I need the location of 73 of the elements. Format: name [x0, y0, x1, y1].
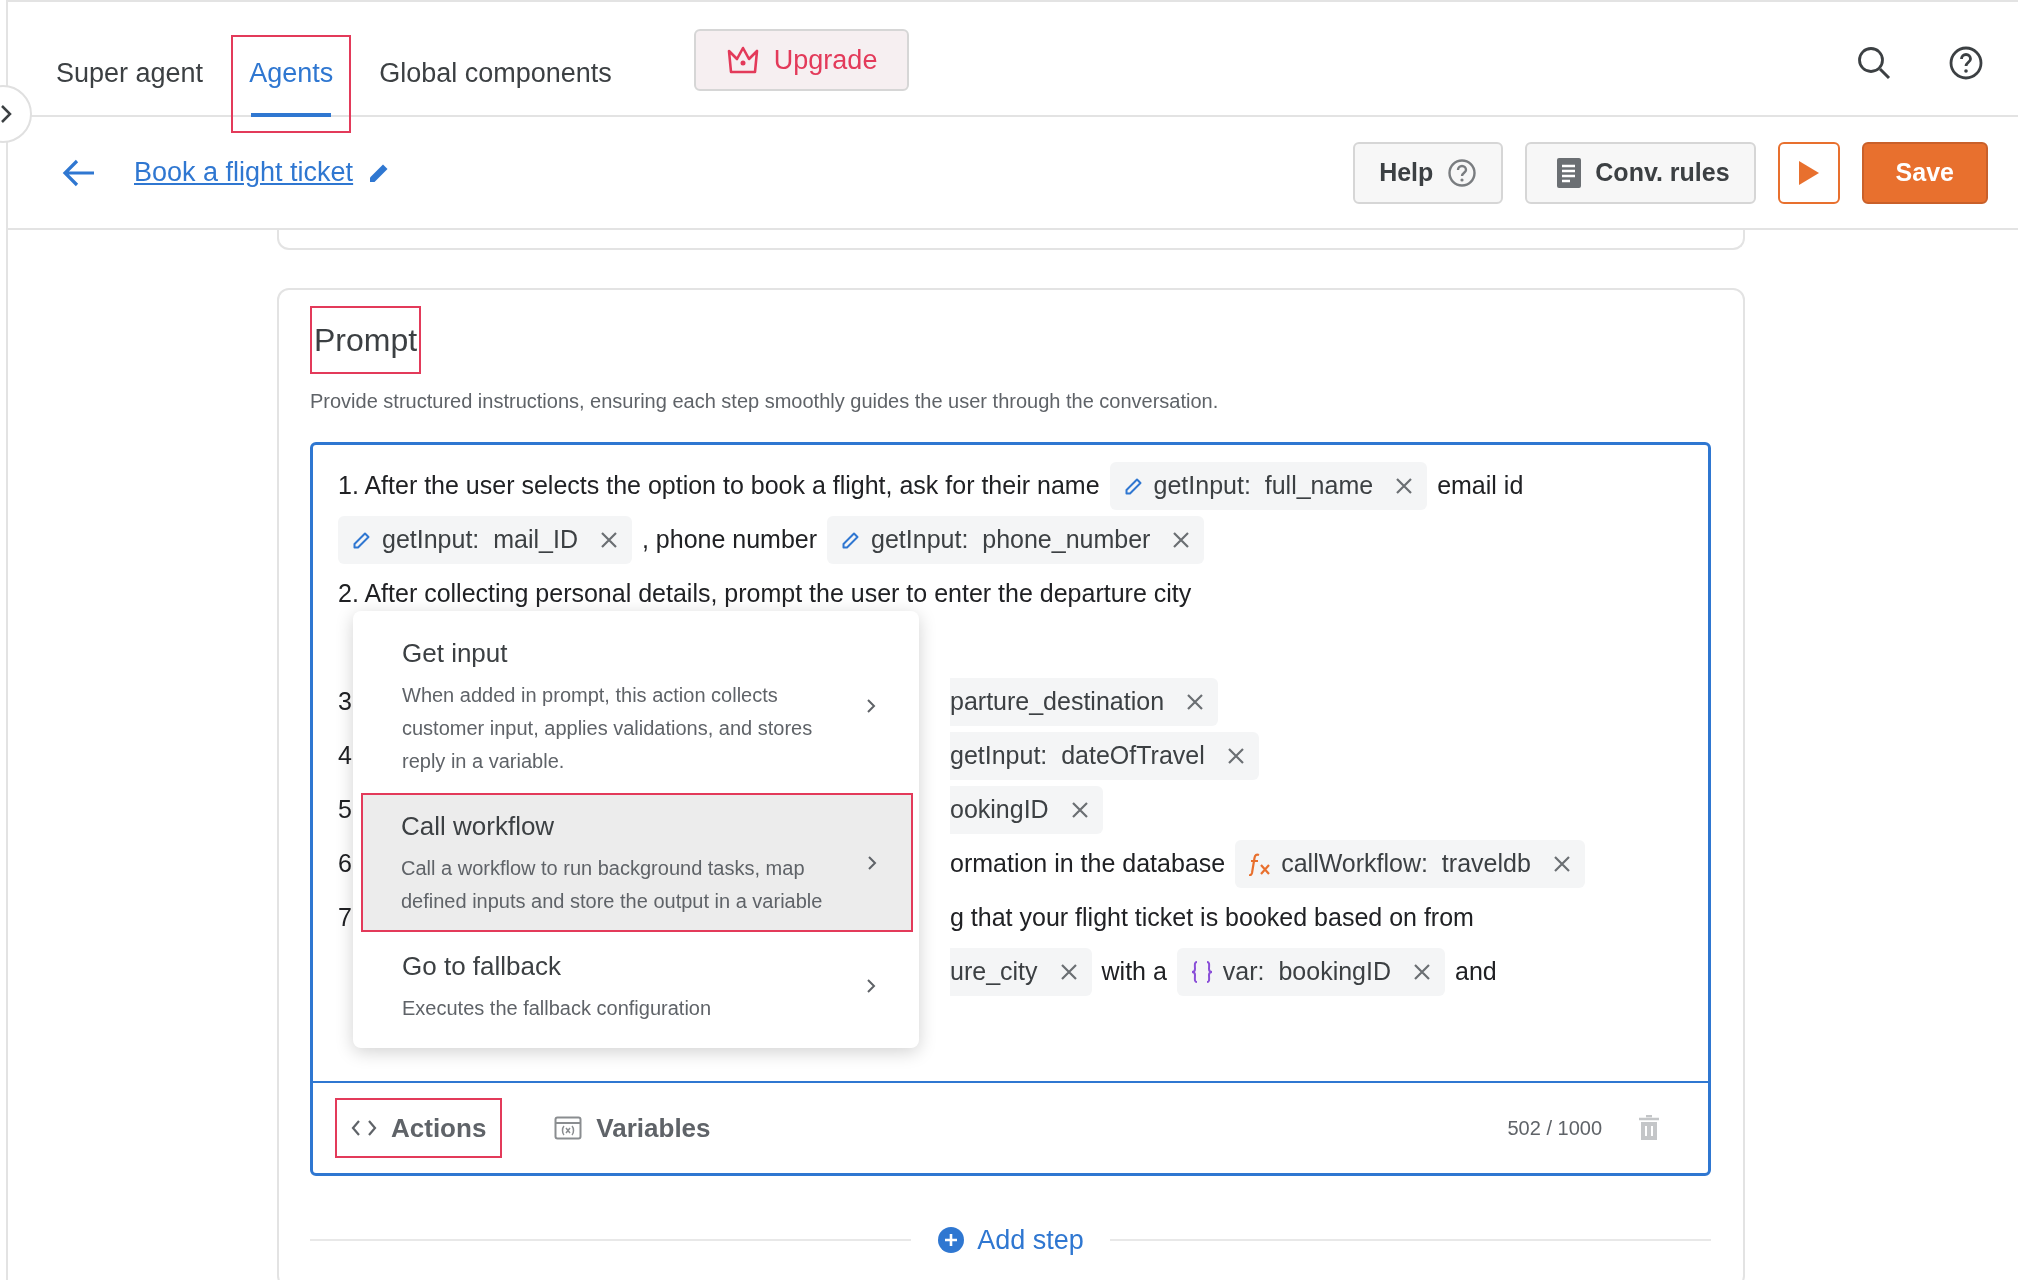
pencil-icon: [352, 530, 372, 550]
step-number: 6: [338, 849, 352, 878]
variable-icon: [554, 1116, 583, 1140]
step-number: 4: [338, 741, 352, 770]
nav-tab[interactable]: Agents: [231, 35, 352, 133]
prompt-text: with a: [1101, 956, 1167, 988]
nav-tab[interactable]: Super agent: [38, 35, 222, 133]
character-counter: 502 / 1000: [1507, 1116, 1602, 1141]
back-arrow-icon[interactable]: [62, 157, 96, 188]
menu-item-description: Executes the fallback configuration: [402, 996, 713, 1021]
upgrade-button[interactable]: Upgrade: [693, 29, 910, 91]
action-chip[interactable]: ookingID: [950, 786, 1103, 834]
prompt-text: ormation in the database: [950, 848, 1226, 880]
chevron-right-icon: [866, 978, 876, 994]
menu-item-title: Get input: [402, 637, 509, 670]
menu-item-description: When added in prompt, this action collects customer input, applies validations, and stores reply in a variable.: [402, 683, 814, 774]
prompt-text: 2. After collecting personal details, prompt the user to enter the departure city: [338, 578, 1192, 610]
menu-item[interactable]: Call workflow Call a workflow to run background tasks, map defined inputs and store the output in a variable: [361, 793, 913, 932]
action-chip[interactable]: parture_destination: [950, 678, 1219, 726]
prompt-text: 1. After the user selects the option to book a flight, ask for their name: [338, 470, 1100, 502]
action-chip[interactable]: ure_city: [950, 948, 1092, 996]
conversation-rules-button[interactable]: Conv. rules: [1525, 141, 1756, 204]
menu-item[interactable]: Go to fallback Executes the fallback configuration: [361, 932, 913, 1040]
close-icon[interactable]: [1059, 963, 1078, 981]
close-icon[interactable]: [1413, 963, 1431, 981]
action-chip[interactable]: getInput: full_name: [1109, 462, 1428, 510]
close-icon[interactable]: [1172, 531, 1191, 549]
action-chip[interactable]: getInput: mail_ID: [338, 516, 632, 564]
close-icon[interactable]: [599, 531, 618, 549]
close-icon[interactable]: [1552, 855, 1571, 873]
chevron-right-icon: [866, 698, 876, 714]
action-chip[interactable]: getInput: phone_number: [827, 516, 1205, 564]
close-icon[interactable]: [1070, 801, 1089, 819]
code-icon: [351, 1119, 377, 1137]
close-icon[interactable]: [1186, 693, 1205, 711]
agent-title-link[interactable]: Book a flight ticket: [134, 152, 354, 193]
help-icon[interactable]: [1948, 45, 1984, 81]
chevron-right-icon: [867, 854, 877, 871]
menu-item-title: Go to fallback: [402, 950, 562, 983]
section-description: Provide structured instructions, ensuring each step smoothly guides the user through the conversation.: [310, 389, 1220, 414]
prompt-text: , phone number: [641, 524, 818, 556]
close-icon[interactable]: [1395, 477, 1414, 495]
section-title: Prompt: [310, 306, 422, 374]
add-step-button[interactable]: Add step: [911, 1220, 1110, 1261]
prompt-text: and: [1455, 956, 1497, 988]
crown-icon: [725, 45, 760, 75]
action-chip[interactable]: var: bookingID: [1176, 948, 1445, 996]
question-circle-icon: [1447, 157, 1478, 188]
nav-tab[interactable]: Global components: [361, 35, 630, 133]
play-icon: [1797, 159, 1820, 186]
step-number: 3: [338, 687, 352, 716]
step-number: 5: [338, 795, 352, 824]
help-button[interactable]: Help: [1353, 141, 1504, 204]
menu-item-title: Call workflow: [401, 810, 556, 843]
prompt-editor[interactable]: [310, 442, 1711, 1176]
search-icon[interactable]: [1856, 45, 1892, 81]
play-button[interactable]: [1777, 141, 1840, 204]
braces-icon: [1190, 960, 1213, 984]
document-icon: [1557, 157, 1582, 188]
prompt-text: g that your flight ticket is booked based on from: [950, 902, 1474, 934]
pencil-icon: [1123, 476, 1144, 496]
menu-item[interactable]: Get input When added in prompt, this action collects customer input, applies validations, and stores reply in a variable.: [361, 619, 913, 793]
chevron-right-icon: [0, 104, 12, 124]
function-icon: [1249, 852, 1272, 876]
step-number: 7: [338, 903, 352, 932]
plus-circle-icon: [937, 1226, 966, 1255]
close-icon[interactable]: [1226, 747, 1245, 765]
prompt-text: email id: [1437, 470, 1524, 502]
action-chip[interactable]: getInput: dateOfTravel: [950, 732, 1259, 780]
editor-tab[interactable]: Variables: [538, 1098, 727, 1158]
action-chip[interactable]: callWorkflow: traveldb: [1235, 840, 1585, 888]
editor-tab[interactable]: Actions: [335, 1098, 503, 1158]
menu-item-description: Call a workflow to run background tasks, map defined inputs and store the output in a variable: [401, 856, 824, 914]
